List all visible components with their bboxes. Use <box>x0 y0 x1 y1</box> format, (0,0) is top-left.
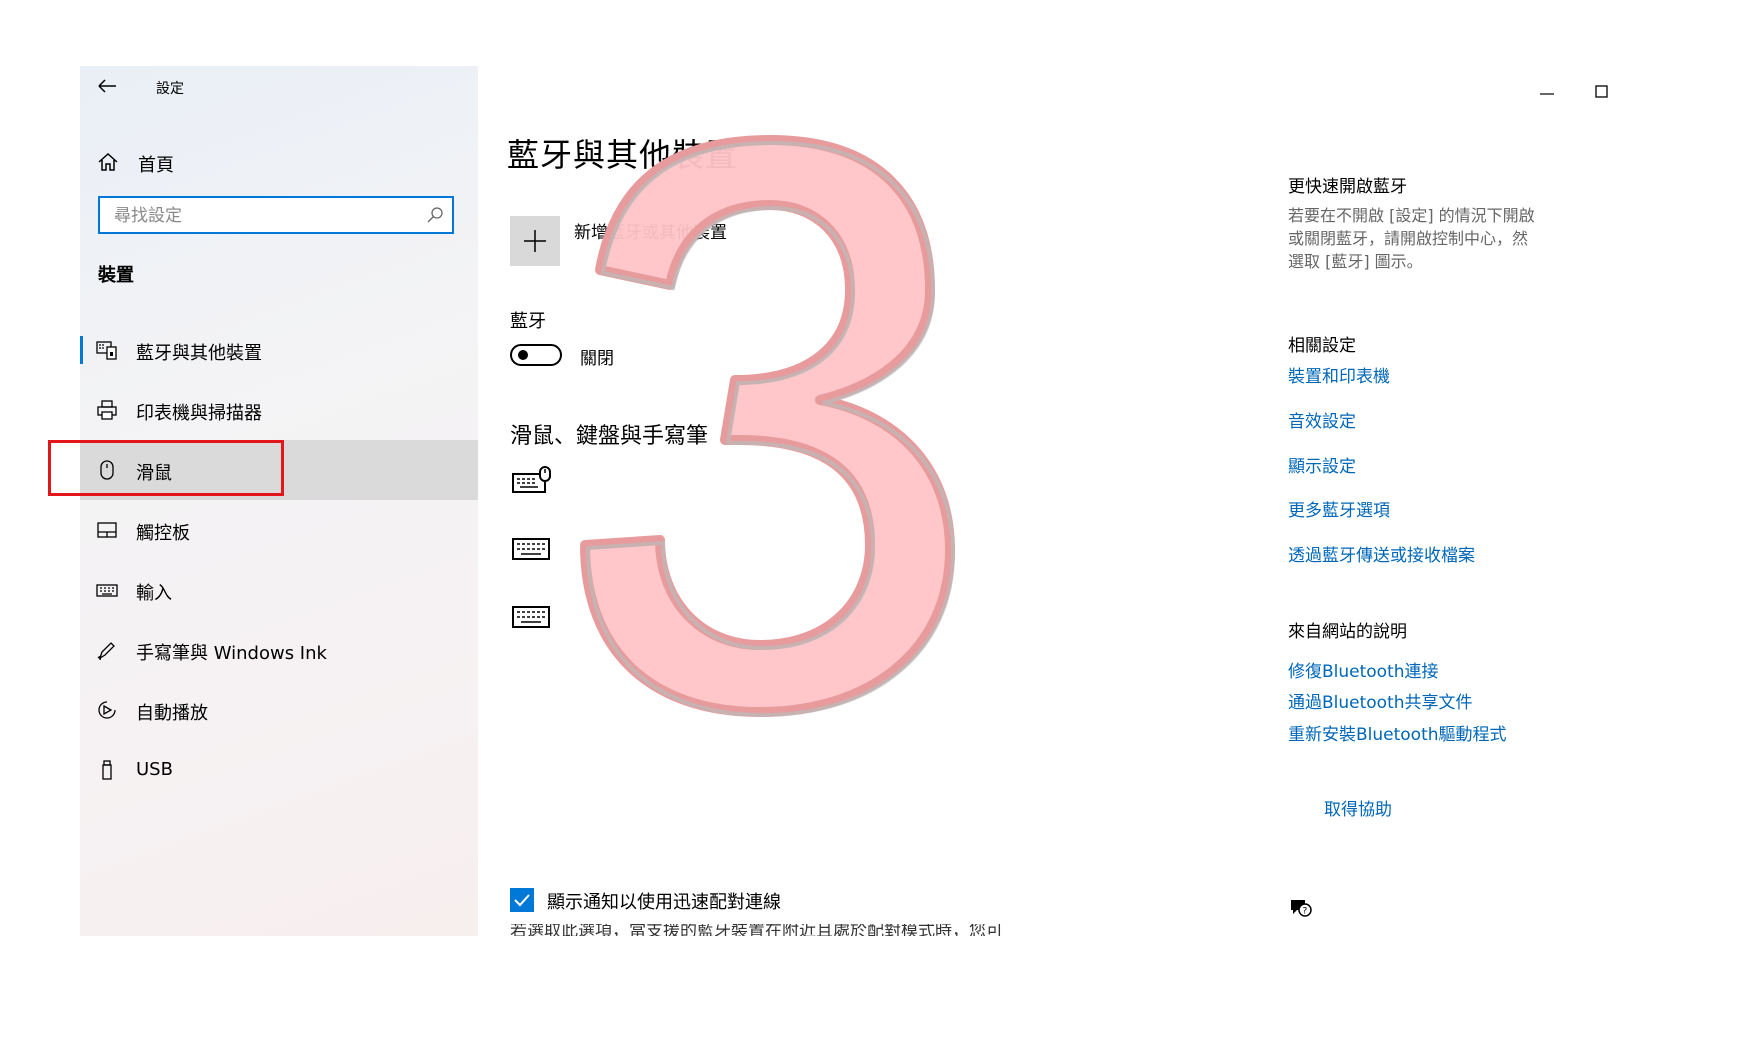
keyboard-device-icon[interactable] <box>512 602 554 632</box>
home-icon <box>98 152 118 171</box>
bluetooth-label: 藍牙 <box>510 311 546 332</box>
checkmark-icon <box>514 894 530 907</box>
pen-icon <box>97 642 115 660</box>
plus-icon <box>524 230 546 252</box>
sidebar-item-typing[interactable]: 輸入 <box>80 560 478 620</box>
desc-line: 或關閉藍牙，請開啟控制中心，然 <box>1288 229 1529 248</box>
swift-pair-checkbox[interactable] <box>510 888 534 912</box>
help-icon: ? <box>1291 900 1312 917</box>
keyboard-device-icon[interactable] <box>512 534 554 564</box>
link-fix-bluetooth[interactable]: 修復Bluetooth連接 <box>1288 657 1439 682</box>
sidebar-item-usb[interactable]: USB <box>80 740 478 800</box>
search-icon[interactable] <box>426 206 444 224</box>
title-bar: 設定 <box>80 66 478 106</box>
sidebar-item-label: 自動播放 <box>136 703 208 724</box>
section-title-input-devices: 滑鼠、鍵盤與手寫筆 <box>510 424 709 449</box>
sidebar-item-label: 滑鼠 <box>136 463 172 484</box>
autoplay-icon <box>98 701 116 719</box>
sidebar-item-label: USB <box>136 759 173 780</box>
settings-window: 設定 首頁 裝置 藍牙與其他裝置 <box>80 66 1674 936</box>
sidebar-item-autoplay[interactable]: 自動播放 <box>80 680 478 740</box>
bluetooth-state: 關閉 <box>580 349 614 369</box>
svg-text:?: ? <box>1303 907 1308 917</box>
sidebar-nav: 藍牙與其他裝置 印表機與掃描器 滑鼠 觸控板 輸入 手寫筆與 Windows I… <box>80 320 478 800</box>
link-display-settings[interactable]: 顯示設定 <box>1288 452 1356 477</box>
swift-pair-description-text: 若選取此選項，當支援的藍牙裝置在附近且處於配對模式時，您可 <box>510 924 1003 936</box>
bluetooth-toggle[interactable] <box>510 344 562 366</box>
search-input[interactable] <box>112 204 416 228</box>
related-settings-title: 相關設定 <box>1288 336 1356 356</box>
sidebar-item-home[interactable]: 首頁 <box>80 142 478 182</box>
swift-pair-description: 若選取此選項，當支援的藍牙裝置在附近且處於配對模式時，您可 <box>510 924 1030 936</box>
search-box[interactable] <box>98 196 454 234</box>
quick-bluetooth-title: 更快速開啟藍牙 <box>1288 177 1407 197</box>
printer-icon <box>97 400 117 420</box>
app-title: 設定 <box>156 81 184 97</box>
section-title: 裝置 <box>98 265 134 286</box>
sidebar: 設定 首頁 裝置 藍牙與其他裝置 <box>80 66 478 936</box>
desc-line: 若要在不開啟 [設定] 的情況下開啟 <box>1288 206 1535 225</box>
usb-icon <box>102 760 112 780</box>
link-reinstall-driver[interactable]: 重新安裝Bluetooth驅動程式 <box>1288 720 1507 745</box>
sidebar-item-bluetooth[interactable]: 藍牙與其他裝置 <box>80 320 478 380</box>
page-title: 藍牙與其他裝置 <box>507 136 739 174</box>
link-devices-printers[interactable]: 裝置和印表機 <box>1288 362 1390 387</box>
quick-bluetooth-desc: 若要在不開啟 [設定] 的情況下開啟 或關閉藍牙，請開啟控制中心，然 選取 [藍… <box>1288 204 1538 274</box>
desc-line: 選取 [藍牙] 圖示。 <box>1288 252 1423 271</box>
link-more-bluetooth-options[interactable]: 更多藍牙選項 <box>1288 496 1390 521</box>
swift-pair-label: 顯示通知以使用迅速配對連線 <box>547 892 781 913</box>
maximize-icon[interactable] <box>1590 80 1612 102</box>
sidebar-item-pen[interactable]: 手寫筆與 Windows Ink <box>80 620 478 680</box>
web-help-title: 來自網站的說明 <box>1288 622 1407 642</box>
add-device-button[interactable] <box>510 216 560 266</box>
sidebar-item-touchpad[interactable]: 觸控板 <box>80 500 478 560</box>
minimize-icon[interactable] <box>1536 84 1558 104</box>
link-share-files[interactable]: 通過Bluetooth共享文件 <box>1288 688 1473 713</box>
sidebar-item-mouse[interactable]: 滑鼠 <box>80 440 478 500</box>
link-send-receive-files[interactable]: 透過藍牙傳送或接收檔案 <box>1288 541 1475 566</box>
link-sound-settings[interactable]: 音效設定 <box>1288 407 1356 432</box>
sidebar-item-label: 手寫筆與 Windows Ink <box>136 643 327 664</box>
sidebar-item-label: 輸入 <box>136 583 172 604</box>
mouse-icon <box>100 460 114 480</box>
sidebar-item-printers[interactable]: 印表機與掃描器 <box>80 380 478 440</box>
bluetooth-devices-icon <box>96 341 117 360</box>
keyboard-mouse-device-icon[interactable] <box>512 466 554 496</box>
sidebar-item-label: 觸控板 <box>136 523 190 544</box>
sidebar-item-label: 藍牙與其他裝置 <box>136 343 262 364</box>
back-arrow-icon[interactable] <box>96 76 126 96</box>
touchpad-icon <box>97 522 117 538</box>
toggle-knob <box>518 350 528 360</box>
sidebar-item-label: 印表機與掃描器 <box>136 403 262 424</box>
get-help-link[interactable]: 取得協助 <box>1324 795 1392 820</box>
add-device-label[interactable]: 新增藍牙或其他裝置 <box>574 218 727 243</box>
keyboard-icon <box>96 584 118 597</box>
sidebar-item-label: 首頁 <box>138 155 174 176</box>
